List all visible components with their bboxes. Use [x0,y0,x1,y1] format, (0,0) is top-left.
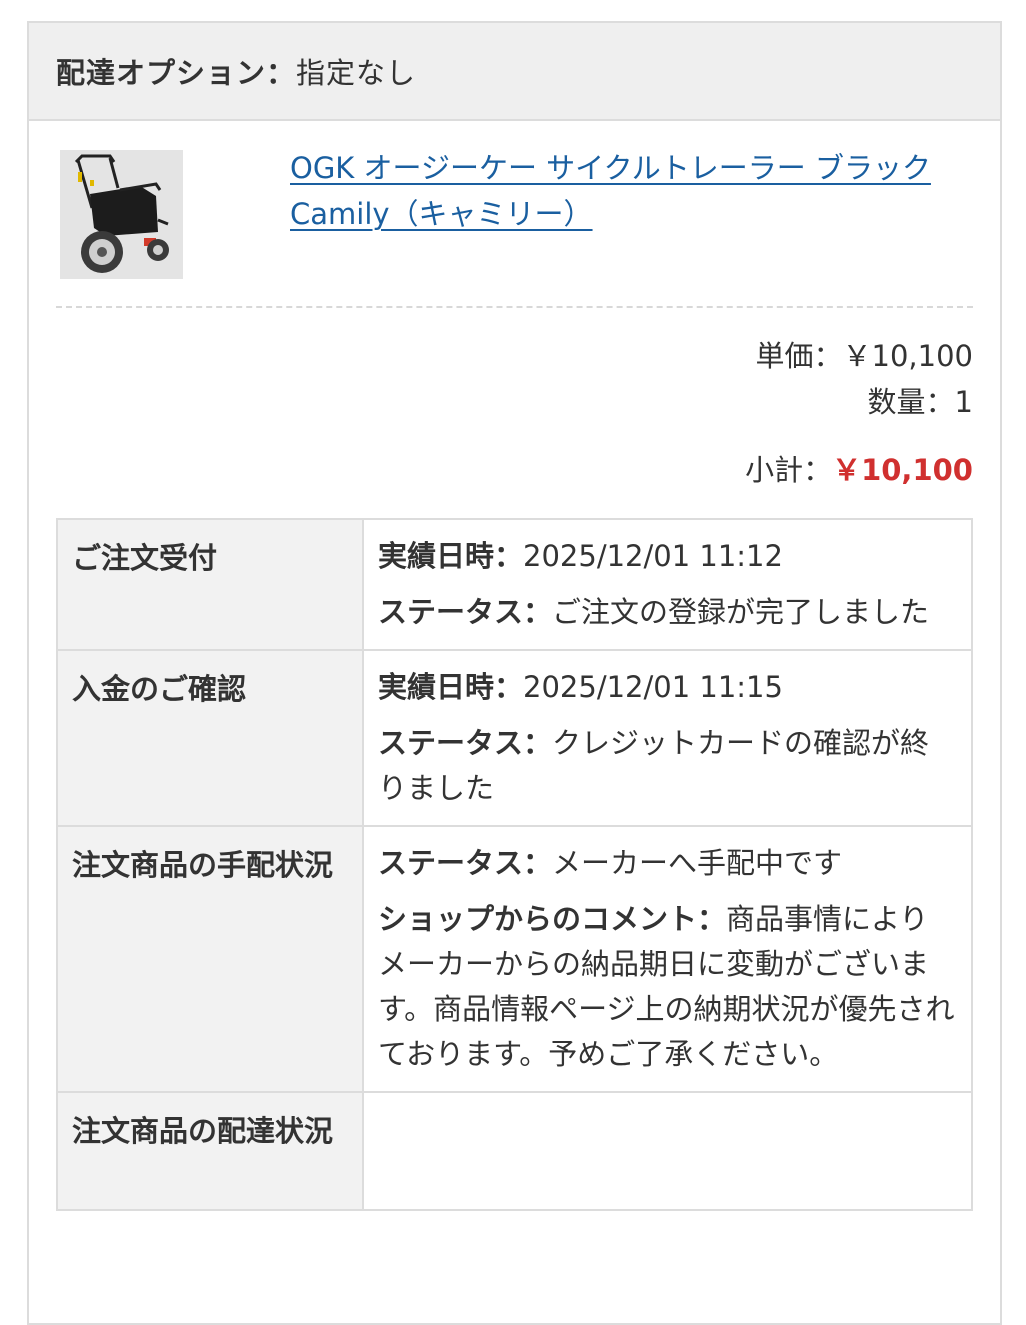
subtotal-value: ￥10,100 [832,453,973,487]
cycle-trailer-icon [60,150,183,279]
status-line-value: 2025/12/01 11:12 [523,539,783,573]
arrangement-status-row: 注文商品の手配状況 ステータス：メーカーへ手配中ですショップからのコメント：商品事… [56,825,973,1093]
status-row-detail [362,1091,973,1211]
status-row-heading: 注文商品の手配状況 [56,825,364,1093]
delivery-status-row: 注文商品の配達状況 [56,1091,973,1211]
status-line-key: ステータス： [378,595,553,629]
status-line-key: ステータス： [378,846,553,880]
status-line-value: メーカーへ手配中です [552,846,843,880]
unit-price-row: 単価：￥10,100 [745,333,974,379]
status-row-heading: 注文商品の配達状況 [56,1091,364,1211]
product-divider [56,306,973,308]
status-line-key: ステータス： [378,726,553,760]
status-line: ステータス：メーカーへ手配中です [378,841,957,886]
delivery-option-header: 配達オプション： 指定なし [29,23,1000,121]
subtotal-label: 小計： [745,453,833,487]
status-line: ショップからのコメント：商品事情によりメーカーからの納品期日に変動がございます。… [378,897,957,1077]
status-row-detail: 実績日時：2025/12/01 11:12 ステータス：ご注文の登録が完了しました [362,518,973,651]
payment-confirmed-row: 入金のご確認 実績日時：2025/12/01 11:15 ステータス：クレジットカー… [56,649,973,827]
status-line: ステータス：クレジットカードの確認が終りました [378,721,957,811]
status-row-heading: 入金のご確認 [56,649,364,827]
quantity-row: 数量：1 [745,379,973,425]
status-line-key: 実績日時： [378,539,524,573]
status-row-detail: 実績日時：2025/12/01 11:15 ステータス：クレジットカードの確認が終… [362,649,973,827]
status-line-key: 実績日時： [378,670,524,704]
status-line: ステータス：ご注文の登録が完了しました [378,590,957,635]
status-line-value: 2025/12/01 11:15 [523,670,783,704]
quantity-value: 1 [954,385,973,419]
order-item-card: 配達オプション： 指定なし OGK オージーケー サイクルトレーラー ブラック … [27,21,1002,1325]
status-line: 実績日時：2025/12/01 11:12 [378,534,957,579]
status-line-value: ご注文の登録が完了しました [552,595,930,629]
product-section: OGK オージーケー サイクルトレーラー ブラック Camily（キャミリー） [29,121,1000,307]
status-row-detail: ステータス：メーカーへ手配中ですショップからのコメント：商品事情によりメーカーか… [362,825,973,1093]
order-received-row: ご注文受付 実績日時：2025/12/01 11:12 ステータス：ご注文の登録が完… [56,518,973,651]
status-line: 実績日時：2025/12/01 11:15 [378,665,957,710]
unit-price-value: ￥10,100 [842,339,973,373]
delivery-option-value: 指定なし [296,56,417,90]
status-line-key: ショップからのコメント： [378,902,727,936]
product-image[interactable] [60,150,183,279]
status-row-heading: ご注文受付 [56,518,364,651]
order-status-table: ご注文受付 実績日時：2025/12/01 11:12 ステータス：ご注文の登録が完… [56,518,973,1211]
delivery-option-label: 配達オプション： [56,56,297,90]
product-title-link[interactable]: OGK オージーケー サイクルトレーラー ブラック Camily（キャミリー） [290,145,980,237]
quantity-label: 数量： [867,385,955,419]
unit-price-label: 単価： [755,339,843,373]
subtotal-row: 小計：￥10,100 [745,447,973,493]
price-summary: 単価：￥10,100 数量：1 小計：￥10,100 [745,333,973,493]
